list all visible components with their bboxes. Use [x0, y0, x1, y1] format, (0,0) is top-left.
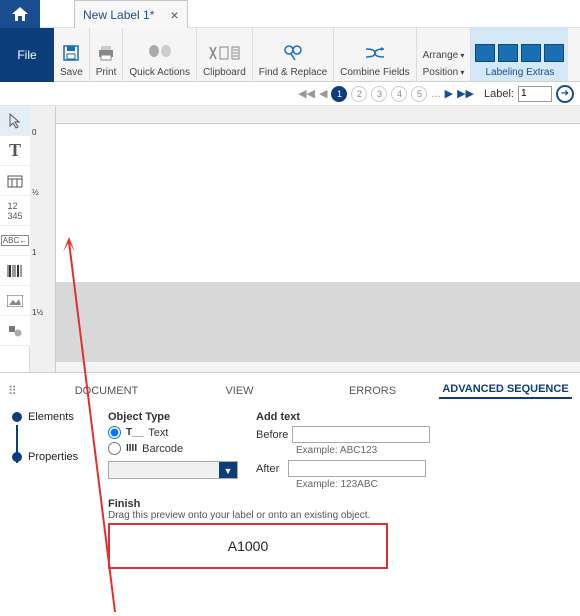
page-pill-1[interactable]: 1 — [331, 86, 347, 102]
save-button[interactable]: Save — [54, 28, 90, 81]
clipboard-icon — [206, 39, 242, 67]
document-tab[interactable]: New Label 1* × — [74, 0, 188, 28]
after-input[interactable] — [288, 460, 426, 477]
textbox-tool[interactable]: ABC← — [0, 226, 30, 256]
page-pill-5[interactable]: 5 — [411, 86, 427, 102]
extras-icon-2[interactable] — [498, 44, 518, 62]
pointer-tool[interactable] — [0, 106, 30, 136]
rail-properties[interactable]: Properties — [12, 451, 108, 463]
label-number-input[interactable] — [518, 86, 552, 102]
nav-first-icon[interactable]: ◀◀ — [298, 87, 315, 100]
label-text: Label: — [484, 88, 514, 100]
object-type-barcode-radio[interactable] — [108, 442, 121, 455]
before-input[interactable] — [292, 426, 430, 443]
close-icon[interactable]: × — [170, 7, 178, 23]
page-pill-3[interactable]: 3 — [371, 86, 387, 102]
find-replace-icon — [282, 39, 304, 67]
page-pill-2[interactable]: 2 — [351, 86, 367, 102]
save-icon — [61, 39, 81, 67]
chevron-down-icon: ▼ — [219, 462, 237, 478]
vertical-ruler: 0 ½ 1 1½ — [30, 106, 56, 372]
go-button[interactable]: ➜ — [556, 85, 574, 103]
object-type-dropdown[interactable]: ▼ — [108, 461, 238, 479]
image-tool[interactable] — [0, 286, 30, 316]
extras-icon-1[interactable] — [475, 44, 495, 62]
object-type-header: Object Type — [108, 411, 238, 423]
shape-tool[interactable] — [0, 316, 30, 346]
quick-actions-button[interactable]: Quick Actions — [123, 28, 197, 81]
tab-document[interactable]: DOCUMENT — [40, 385, 173, 397]
tab-view[interactable]: VIEW — [173, 385, 306, 397]
after-example: Example: 123ABC — [296, 479, 426, 490]
page-pill-4[interactable]: 4 — [391, 86, 407, 102]
combine-fields-button[interactable]: Combine Fields — [334, 28, 416, 81]
panel-drag-handle[interactable]: ⠿ — [8, 384, 22, 398]
page-ellipsis: ... — [431, 88, 440, 100]
arrange-position-group[interactable]: Arrange Position — [417, 28, 472, 81]
file-menu[interactable]: File — [0, 28, 54, 82]
home-icon — [12, 7, 28, 21]
barcode-icon: IIII — [126, 443, 137, 454]
document-tab-label: New Label 1* — [83, 8, 154, 22]
find-replace-button[interactable]: Find & Replace — [253, 28, 334, 81]
add-text-header: Add text — [256, 411, 426, 423]
tab-advanced-sequence[interactable]: ADVANCED SEQUENCE — [439, 383, 572, 399]
finish-hint: Drag this preview onto your label or ont… — [108, 510, 572, 521]
text-icon: T__ — [126, 427, 143, 438]
print-icon — [96, 39, 116, 67]
label-canvas[interactable] — [56, 124, 580, 362]
home-button[interactable] — [0, 0, 40, 28]
print-button[interactable]: Print — [90, 28, 124, 81]
clipboard-button[interactable]: Clipboard — [197, 28, 253, 81]
quick-actions-icon — [146, 39, 174, 67]
nav-prev-icon[interactable]: ◀ — [319, 87, 327, 100]
labeling-extras-group[interactable]: Labeling Extras — [471, 28, 568, 81]
before-example: Example: ABC123 — [296, 445, 426, 456]
extras-icon-4[interactable] — [544, 44, 564, 62]
sequence-preview[interactable]: A1000 — [108, 523, 388, 569]
horizontal-ruler — [56, 106, 580, 124]
tab-errors[interactable]: ERRORS — [306, 385, 439, 397]
combine-fields-icon — [363, 39, 387, 67]
counter-tool[interactable]: 12345 — [0, 196, 30, 226]
date-tool[interactable] — [0, 166, 30, 196]
finish-header: Finish — [108, 498, 572, 510]
extras-icon-3[interactable] — [521, 44, 541, 62]
text-tool[interactable]: T — [0, 136, 30, 166]
barcode-tool[interactable] — [0, 256, 30, 286]
rail-elements[interactable]: Elements — [12, 411, 108, 423]
horizontal-scrollbar[interactable] — [56, 362, 580, 372]
rail-dot-icon — [12, 412, 22, 422]
object-type-text-radio[interactable] — [108, 426, 121, 439]
nav-last-icon[interactable]: ▶▶ — [457, 87, 474, 100]
nav-next-icon[interactable]: ▶ — [445, 87, 453, 100]
